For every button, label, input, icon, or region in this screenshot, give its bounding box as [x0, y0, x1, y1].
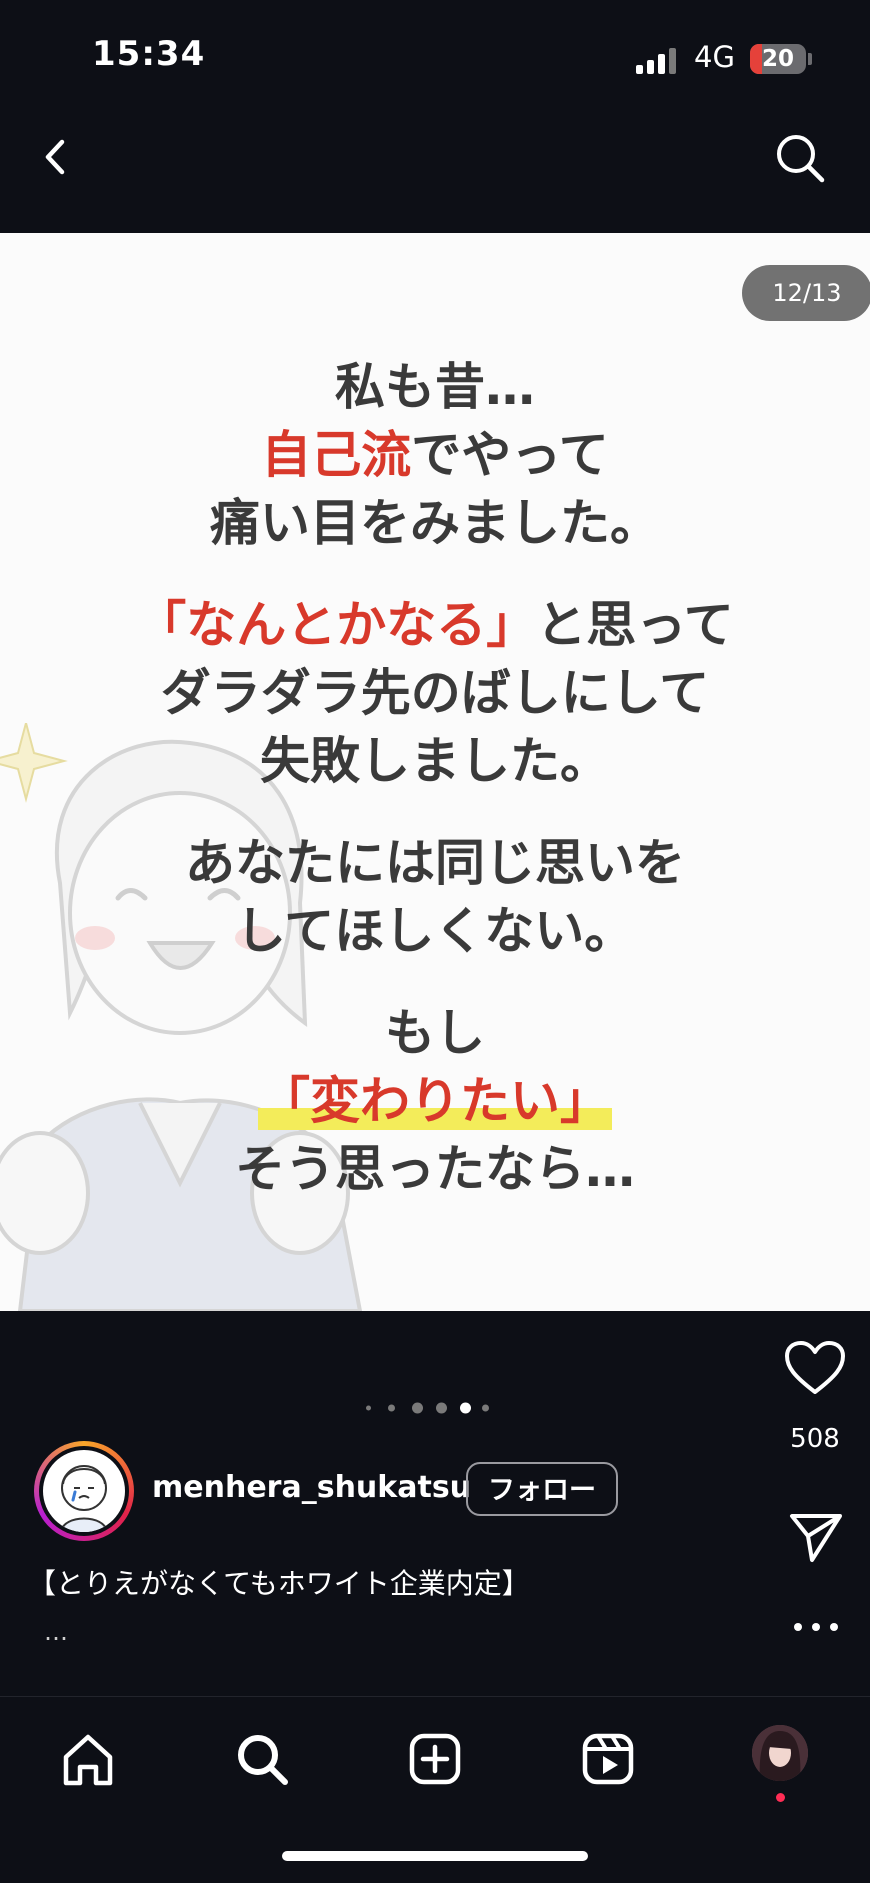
home-icon[interactable]: [58, 1729, 118, 1789]
notification-dot: [776, 1793, 785, 1802]
post-text-segment: と思って: [536, 596, 734, 654]
network-label: 4G: [694, 40, 735, 74]
carousel-dot: [366, 1405, 371, 1411]
post-text-line: 痛い目をみました。: [0, 489, 870, 557]
post-text-line: 「なんとかなる」と思って: [0, 591, 870, 659]
status-time: 15:34: [92, 34, 206, 74]
carousel-counter: 12/13: [742, 265, 870, 321]
post-text-line: してほしくない。: [0, 897, 870, 965]
carousel-dot: [412, 1402, 423, 1414]
search-icon[interactable]: [772, 130, 828, 186]
post-text-segment: してほしくない。: [235, 902, 635, 960]
post-caption[interactable]: 【とりえがなくてもホワイト企業内定】: [28, 1562, 530, 1602]
post-text-segment: 自己流: [261, 426, 412, 484]
post-text-segment: でやって: [411, 426, 609, 484]
post-image[interactable]: 12/13 私も昔… 自己流でやって 痛い目をみました。 「なんとかなる」と思って ダラ…: [0, 233, 870, 1311]
battery-tip: [808, 53, 812, 65]
post-text-line: あなたには同じ思いを: [0, 829, 870, 897]
battery-icon: 20: [750, 44, 806, 74]
create-icon[interactable]: [405, 1729, 465, 1789]
home-indicator: [282, 1851, 588, 1861]
heart-icon[interactable]: [784, 1340, 846, 1396]
back-chevron-icon[interactable]: [36, 132, 76, 182]
post-text-segment: 失敗しました。: [260, 732, 610, 790]
status-bar: 15:34 4G 20: [0, 0, 870, 110]
post-text-segment: もし: [385, 1004, 485, 1062]
post-text-segment: 痛い目をみました。: [210, 494, 660, 552]
post-text-line: 私も昔…: [0, 353, 870, 421]
carousel-dot: [460, 1402, 471, 1414]
more-icon[interactable]: [788, 1618, 844, 1631]
post-text: 私も昔… 自己流でやって 痛い目をみました。 「なんとかなる」と思って ダラダラ先のばし…: [0, 353, 870, 1203]
author-avatar[interactable]: [34, 1441, 134, 1541]
carousel-dot: [482, 1404, 489, 1412]
caption-more[interactable]: …: [44, 1618, 68, 1646]
post-text-line: そう思ったなら…: [0, 1135, 870, 1203]
battery-level: 20: [761, 46, 794, 72]
tab-bar: [0, 1696, 870, 1883]
carousel-dot: [436, 1402, 447, 1414]
signal-icon: [636, 46, 680, 74]
share-icon[interactable]: [788, 1508, 844, 1564]
post-text-line: 自己流でやって: [0, 421, 870, 489]
post-text-segment: あなたには同じ思いを: [185, 834, 685, 892]
post-text-line: ダラダラ先のばしにして: [0, 659, 870, 727]
post-text-segment: 「変わりたい」: [258, 1072, 612, 1130]
carousel-dot: [388, 1404, 395, 1412]
carousel-dots: [360, 1398, 490, 1418]
tab-search-icon[interactable]: [232, 1729, 292, 1789]
profile-avatar[interactable]: [752, 1725, 808, 1781]
like-count: 508: [790, 1424, 840, 1454]
follow-button[interactable]: フォロー: [466, 1462, 618, 1516]
post-text-segment: 私も昔…: [335, 358, 535, 416]
reels-icon[interactable]: [578, 1729, 638, 1789]
post-text-line: 失敗しました。: [0, 727, 870, 795]
post-text-line: もし: [0, 999, 870, 1067]
post-text-segment: 「なんとかなる」: [136, 596, 537, 654]
post-text-line: 「変わりたい」: [0, 1067, 870, 1135]
post-text-segment: そう思ったなら…: [235, 1140, 635, 1198]
post-text-segment: ダラダラ先のばしにして: [160, 664, 710, 722]
author-username[interactable]: menhera_shukatsu: [152, 1470, 471, 1505]
